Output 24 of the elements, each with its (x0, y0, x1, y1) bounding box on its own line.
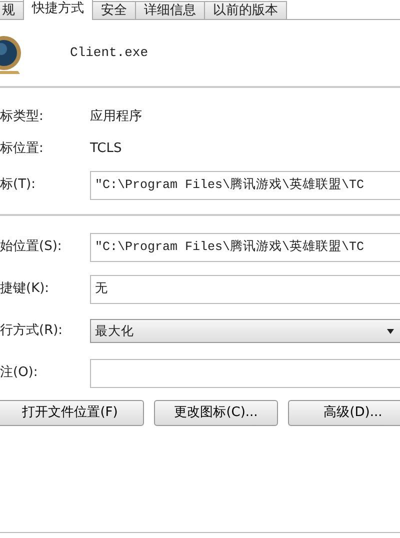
field-label: 标(T): (0, 176, 36, 194)
field-value: TCLS (90, 140, 122, 158)
tab[interactable]: 安全 (92, 1, 136, 19)
input-field[interactable] (90, 358, 400, 388)
tab[interactable]: 详细信息 (135, 1, 205, 19)
tab[interactable]: 快捷方式 (23, 0, 93, 20)
button[interactable]: 更改图标(C)... (154, 400, 278, 426)
field-label: 行方式(R): (0, 322, 64, 340)
file-name: Client.exe (70, 44, 148, 62)
caret-icon (387, 328, 394, 334)
input-field[interactable]: 无 (90, 274, 400, 304)
field-value: 应用程序 (90, 108, 142, 126)
button[interactable]: 高级(D)... (288, 400, 400, 426)
field-label: 始位置(S): (0, 238, 63, 256)
button[interactable]: 打开文件位置(F) (0, 400, 144, 426)
field-label: 注(O): (0, 364, 39, 382)
field-label: 捷键(K): (0, 280, 50, 298)
field-label: 标类型: (0, 108, 44, 126)
input-field[interactable]: "C:\Program Files\腾讯游戏\英雄联盟\TC (90, 232, 400, 262)
input-field[interactable]: "C:\Program Files\腾讯游戏\英雄联盟\TC (90, 170, 400, 200)
tab[interactable]: 以前的版本 (204, 1, 287, 19)
dropdown[interactable]: 最大化 (90, 319, 400, 343)
tab[interactable]: 规 (0, 1, 24, 19)
field-label: 标位置: (0, 140, 44, 158)
